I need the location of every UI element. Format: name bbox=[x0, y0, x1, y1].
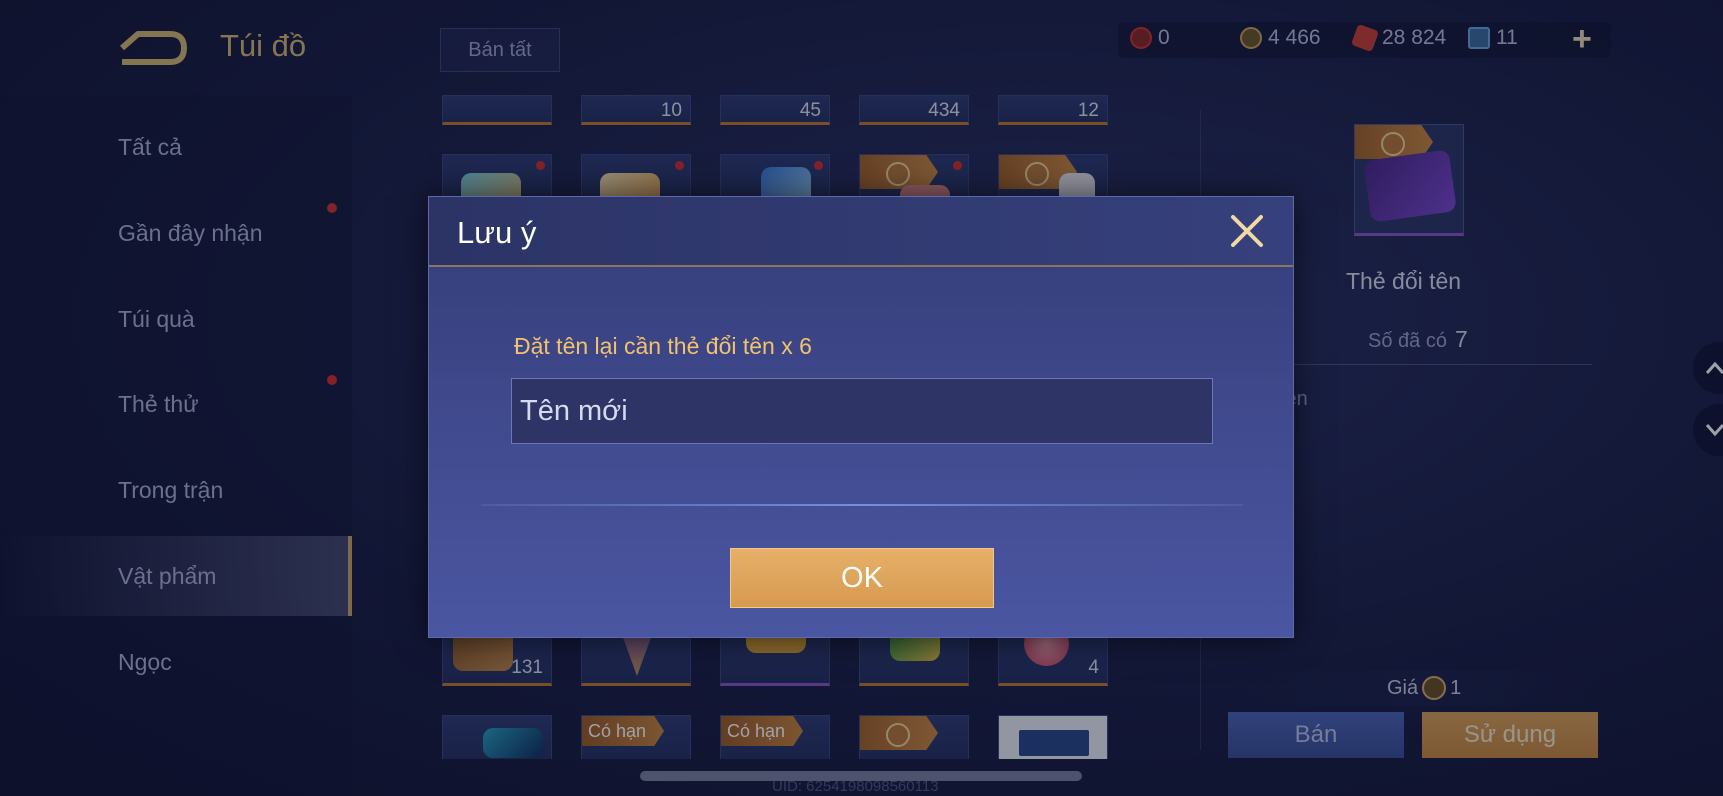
close-icon[interactable] bbox=[1227, 211, 1267, 251]
dialog-divider bbox=[481, 504, 1243, 506]
ok-button[interactable]: OK bbox=[730, 548, 994, 608]
rename-dialog: Lưu ý Đặt tên lại cần thẻ đổi tên x 6 OK bbox=[428, 196, 1294, 638]
rename-prompt: Đặt tên lại cần thẻ đổi tên x 6 bbox=[514, 333, 812, 359]
new-name-input[interactable] bbox=[511, 378, 1213, 444]
dialog-title: Lưu ý bbox=[457, 215, 537, 250]
dialog-header: Lưu ý bbox=[429, 197, 1293, 267]
